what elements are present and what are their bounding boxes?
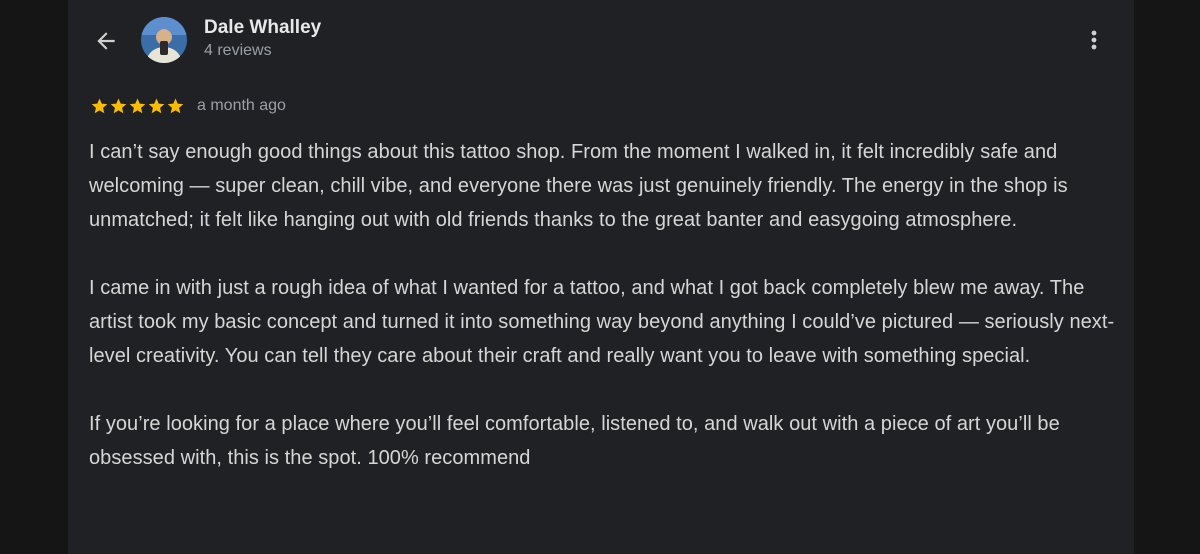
review-text: I can’t say enough good things about thi… bbox=[89, 135, 1121, 509]
avatar-image bbox=[141, 17, 187, 63]
avatar[interactable] bbox=[141, 17, 187, 63]
review-count: 4 reviews bbox=[204, 42, 272, 59]
star-rating bbox=[90, 97, 185, 115]
review-paragraph: I came in with just a rough idea of what… bbox=[89, 277, 1115, 367]
star-icon bbox=[129, 98, 146, 114]
star-icon bbox=[148, 98, 165, 114]
star-icon bbox=[110, 98, 127, 114]
author-name[interactable]: Dale Whalley bbox=[204, 17, 321, 39]
more-vertical-icon bbox=[1091, 30, 1097, 50]
review-paragraph: If you’re looking for a place where you’… bbox=[89, 413, 1060, 469]
back-button[interactable] bbox=[90, 25, 122, 57]
star-icon bbox=[91, 98, 108, 114]
rating-row: a month ago bbox=[90, 95, 286, 117]
arrow-left-icon bbox=[97, 32, 115, 50]
more-options-button[interactable] bbox=[1080, 26, 1108, 54]
review-date: a month ago bbox=[197, 97, 286, 114]
star-icon bbox=[167, 98, 184, 114]
review-paragraph: I can’t say enough good things about thi… bbox=[89, 141, 1068, 231]
